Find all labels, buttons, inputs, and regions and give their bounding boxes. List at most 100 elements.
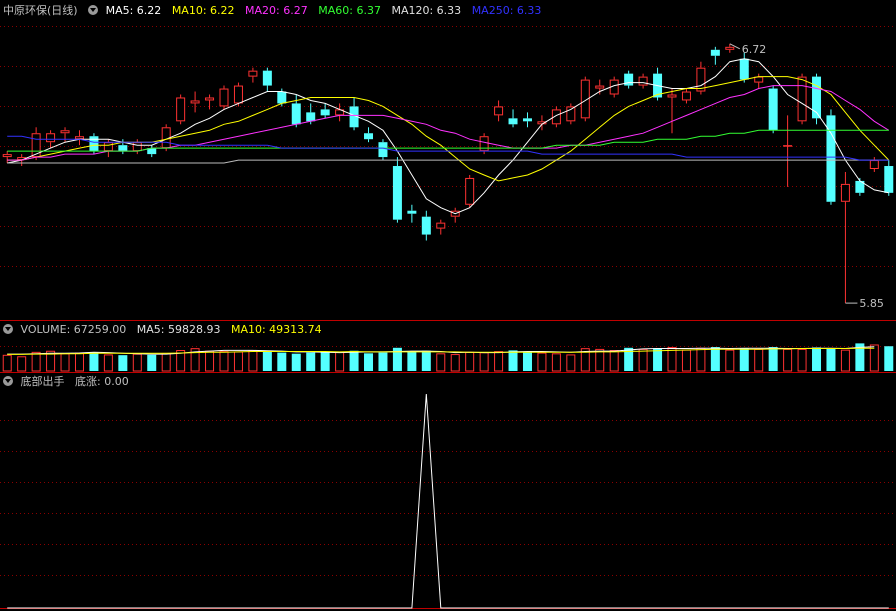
candlestick (74, 130, 84, 146)
ma20-value: MA20: 6.27 (245, 4, 308, 17)
candle-body (465, 177, 475, 205)
volume-bar (147, 354, 157, 371)
candle-body (725, 46, 735, 50)
volume-ma5-value: MA5: 59828.93 (136, 323, 221, 336)
indicator-dropdown-icon[interactable] (3, 376, 13, 386)
candlestick (205, 94, 215, 110)
candlestick (465, 174, 475, 208)
candlestick (624, 70, 634, 89)
candlestick (840, 171, 850, 304)
candlestick (407, 204, 417, 223)
settings-dropdown-icon[interactable] (88, 5, 99, 15)
candlestick (869, 157, 879, 172)
volume-bar (869, 344, 879, 372)
volume-bar (508, 350, 518, 371)
volume-bar (277, 352, 287, 371)
candle-body (262, 70, 272, 86)
candle-body (768, 88, 778, 131)
candle-body (421, 216, 431, 235)
volume-bar (89, 352, 99, 371)
candle-body (508, 118, 518, 125)
candlestick (739, 52, 749, 83)
volume-bar (233, 351, 243, 372)
high-price-label: 6.72 (742, 43, 767, 56)
candlestick (248, 67, 258, 83)
candlestick (508, 109, 518, 128)
volume-bar (2, 354, 12, 372)
candle-body (118, 145, 128, 152)
volume-bar (522, 351, 532, 371)
volume-bar (494, 351, 504, 372)
volume-bar (783, 348, 793, 372)
candle-body (407, 210, 417, 214)
candlestick (522, 112, 532, 128)
candle-body (190, 100, 200, 104)
low-price-label: 5.85 (859, 297, 884, 310)
candle-body (176, 97, 186, 122)
candlestick-series (2, 43, 894, 304)
ma5-value: MA5: 6.22 (105, 4, 162, 17)
volume-bar (609, 350, 619, 372)
volume-bar (638, 348, 648, 372)
volume-bar (132, 353, 142, 372)
candle-body (2, 154, 12, 158)
candlestick (566, 103, 576, 125)
candle-body (638, 76, 648, 86)
volume-bar (31, 351, 41, 372)
indicator-value: 底涨: 0.00 (75, 375, 129, 388)
grid-layer (0, 26, 896, 609)
candlestick (884, 160, 894, 196)
volume-bar (205, 350, 215, 372)
candlestick (436, 219, 446, 235)
ma250-value: MA250: 6.33 (471, 4, 542, 17)
volume-bar (219, 351, 229, 372)
volume-bar (754, 348, 764, 372)
ma10-line (7, 76, 890, 182)
ma60-value: MA60: 6.37 (318, 4, 381, 17)
candlestick (176, 94, 186, 125)
candle-body (46, 133, 56, 143)
indicator-header: 底部出手 底涨: 0.00 (0, 374, 136, 390)
candlestick (2, 151, 12, 164)
volume-bar (335, 351, 345, 372)
candlestick (494, 100, 504, 122)
volume-bar (364, 353, 374, 371)
candlestick (754, 73, 764, 89)
candle-body (60, 130, 70, 134)
volume-bar (884, 346, 894, 371)
volume-value: VOLUME: 67259.00 (20, 323, 127, 336)
candle-body (667, 94, 677, 98)
volume-bar (465, 351, 475, 372)
candle-body (248, 70, 258, 77)
ma120-value: MA120: 6.33 (391, 4, 462, 17)
volume-bar (537, 352, 547, 372)
price-annotations: 6.72 5.85 (729, 43, 884, 310)
candle-body (277, 91, 287, 104)
volume-bars (2, 343, 894, 372)
volume-bar (826, 348, 836, 371)
volume-bar (566, 354, 576, 372)
candlestick (233, 82, 243, 107)
volume-bar (725, 349, 735, 372)
candle-body (291, 103, 301, 125)
candle-body (494, 106, 504, 116)
candle-body (869, 160, 879, 169)
volume-dropdown-icon[interactable] (3, 324, 13, 334)
volume-bar (653, 348, 663, 371)
volume-bar (378, 352, 388, 371)
ma10-value: MA10: 6.22 (171, 4, 235, 17)
candle-body (522, 118, 532, 122)
candle-body (306, 112, 316, 122)
candle-body (783, 145, 793, 147)
candlestick (219, 85, 229, 110)
volume-bar (768, 347, 778, 371)
volume-bar (840, 349, 850, 372)
candlestick (364, 127, 374, 143)
volume-bar (248, 350, 258, 372)
volume-header: VOLUME: 67259.00 MA5: 59828.93 MA10: 493… (0, 322, 329, 338)
volume-bar (407, 351, 417, 371)
candlestick (392, 157, 402, 223)
candle-body (320, 109, 330, 116)
candlestick (190, 91, 200, 113)
candle-body (378, 142, 388, 158)
